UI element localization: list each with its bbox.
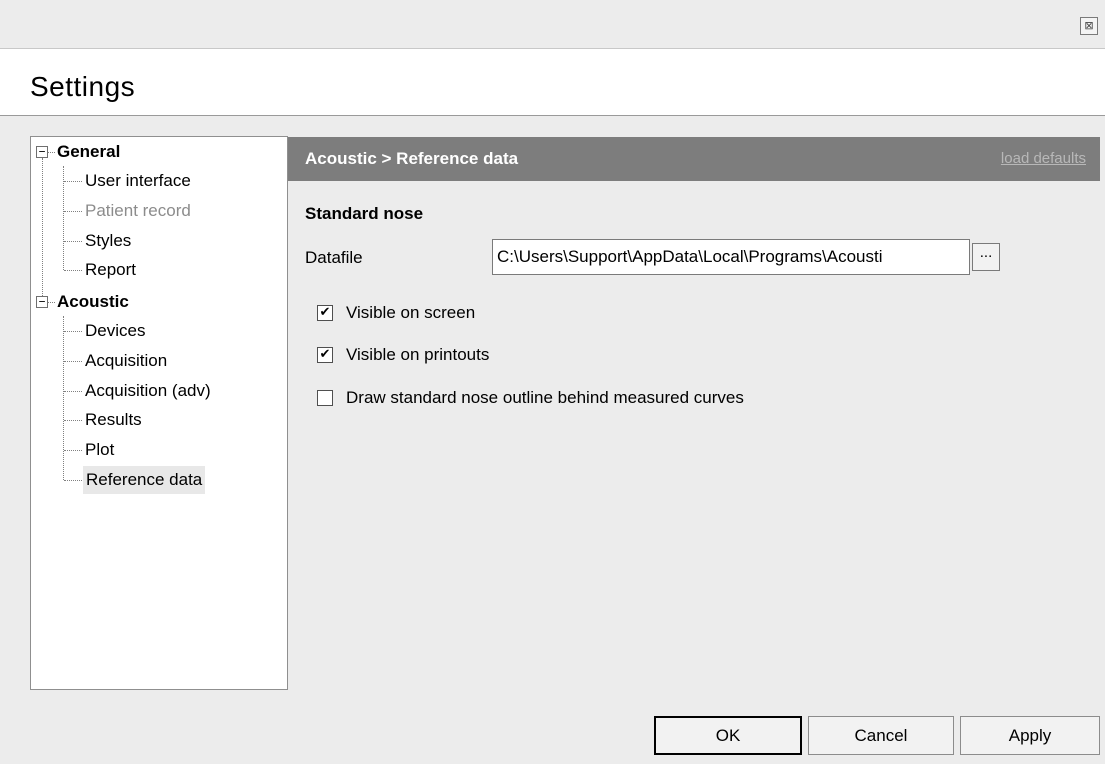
tree-item-styles[interactable]: Styles <box>85 227 131 255</box>
tree-item-reference-data[interactable]: Reference data <box>83 466 206 494</box>
datafile-path-input[interactable] <box>492 239 970 275</box>
visible-on-screen-label: Visible on screen <box>346 303 476 322</box>
load-defaults-link[interactable]: load defaults <box>1001 150 1086 167</box>
dialog-header: Settings <box>0 48 1105 116</box>
breadcrumb: Acoustic > Reference data <box>305 149 519 168</box>
draw-outline-label: Draw standard nose outline behind measur… <box>346 388 744 407</box>
apply-button[interactable]: Apply <box>960 716 1100 755</box>
tree-connector <box>63 316 64 480</box>
tree-connector <box>64 480 82 481</box>
title-bar: ⊠ <box>0 0 1105 48</box>
datafile-label: Datafile <box>305 248 363 267</box>
browse-button[interactable]: ... <box>972 243 1000 271</box>
visible-on-printouts-checkbox[interactable]: ✔ <box>317 347 333 363</box>
visible-on-printouts-label: Visible on printouts <box>346 345 490 364</box>
tree-connector <box>48 302 55 303</box>
settings-content: Standard nose Datafile ... ✔ Visible on … <box>288 181 1100 690</box>
tree-connector <box>64 241 82 242</box>
tree-connector <box>42 158 43 296</box>
panel-header: Acoustic > Reference data load defaults <box>288 137 1100 181</box>
tree-item-acquisition-adv[interactable]: Acquisition (adv) <box>85 377 211 405</box>
collapse-icon[interactable]: − <box>36 296 48 308</box>
section-title: Standard nose <box>305 204 424 223</box>
tree-group-general[interactable]: General <box>57 138 120 166</box>
tree-item-patient-record: Patient record <box>85 201 191 220</box>
tree-connector <box>64 211 82 212</box>
tree-connector <box>64 181 82 182</box>
tree-connector <box>64 361 82 362</box>
dialog-title: Settings <box>30 71 136 102</box>
tree-item-report[interactable]: Report <box>85 256 136 284</box>
tree-connector <box>64 420 82 421</box>
tree-connector <box>64 391 82 392</box>
tree-connector <box>64 450 82 451</box>
tree-item-acquisition[interactable]: Acquisition <box>85 347 167 375</box>
collapse-icon[interactable]: − <box>36 146 48 158</box>
tree-item-devices[interactable]: Devices <box>85 317 145 345</box>
visible-on-screen-checkbox[interactable]: ✔ <box>317 305 333 321</box>
ok-button[interactable]: OK <box>654 716 802 755</box>
tree-item-plot[interactable]: Plot <box>85 436 114 464</box>
close-icon[interactable]: ⊠ <box>1080 17 1098 35</box>
tree-connector <box>48 152 55 153</box>
settings-tree[interactable]: − General User interface Patient record … <box>30 136 288 690</box>
tree-item-results[interactable]: Results <box>85 406 142 434</box>
tree-group-acoustic[interactable]: Acoustic <box>57 288 129 316</box>
tree-connector <box>64 331 82 332</box>
draw-outline-checkbox[interactable] <box>317 390 333 406</box>
cancel-button[interactable]: Cancel <box>808 716 954 755</box>
tree-item-user-interface[interactable]: User interface <box>85 167 191 195</box>
tree-connector <box>64 270 82 271</box>
